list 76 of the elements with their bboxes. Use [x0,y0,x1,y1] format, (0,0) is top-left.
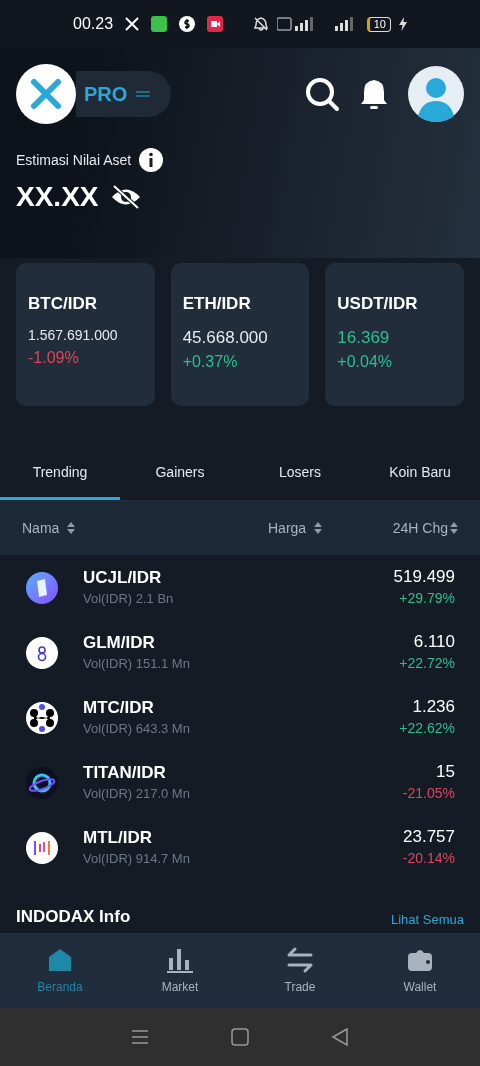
price-text: 6.110 [413,631,455,653]
charging-icon [399,17,407,31]
market-card[interactable]: BTC/IDR 1.567.691.000 -1.09% [16,263,155,406]
column-header[interactable]: Harga [268,517,307,539]
card-change: +0.04% [337,352,394,372]
info-icon[interactable] [139,148,164,172]
card-price: 16.369 [337,326,391,349]
change-text: +22.62% [399,719,455,738]
nav-item[interactable]: Trade [240,933,360,1008]
price-text: 1.236 [412,696,455,718]
battery-indicator: 10 [366,16,391,32]
app-notification-icon [151,16,168,32]
card-price: 1.567.691.000 [28,325,119,345]
card-change: +0.37% [182,352,239,372]
coin-logo-icon [25,635,59,670]
market-card[interactable]: ETH/IDR 45.668.000 +0.37% [170,263,310,406]
volume-text: Vol(IDR) 151.1 Mn [83,654,191,673]
nav-item[interactable]: Market [120,933,240,1008]
status-time: 00.23 [73,14,114,34]
market-row[interactable]: UCJL/IDR Vol(IDR) 2.1 Bn 519.499 +29.79% [0,555,480,620]
home-square-icon[interactable] [231,1028,249,1046]
pair-name: GLM/IDR [83,631,156,654]
avatar-icon[interactable] [408,66,464,122]
pro-mode-button[interactable]: PRO [76,71,172,117]
mute-icon [252,16,269,32]
x-app-icon [125,17,140,31]
logo-icon [16,64,76,124]
pair-name: MTC/IDR [83,696,155,719]
swap-arrows-icon [286,945,314,974]
change-text: +22.72% [399,654,455,673]
change-text: -20.14% [402,849,455,868]
asset-label: Estimasi Nilai Aset [16,150,132,170]
price-text: 23.757 [403,826,455,848]
card-price: 45.668.000 [182,326,269,349]
sort-icon [450,522,458,534]
back-icon[interactable] [331,1028,349,1046]
sort-icon [314,522,323,534]
volume-text: Vol(IDR) 2.1 Bn [83,589,175,608]
app-notification-icon [179,16,196,32]
tab[interactable]: Gainers [120,448,240,500]
price-text: 15 [436,761,455,783]
volume-text: Vol(IDR) 643.3 Mn [83,719,191,738]
volume-text: Vol(IDR) 217.0 Mn [83,784,191,803]
menu-icon[interactable] [131,1028,149,1046]
see-all-link[interactable]: Lihat Semua [391,909,464,929]
card-change: -1.09% [28,347,80,368]
card-pair: BTC/IDR [28,293,98,315]
market-row[interactable]: MTL/IDR Vol(IDR) 914.7 Mn 23.757 -20.14% [0,815,480,880]
coin-logo-icon [25,765,59,800]
pair-name: TITAN/IDR [83,761,167,784]
sort-icon [67,522,76,534]
card-pair: ETH/IDR [182,293,252,315]
notification-bell-icon[interactable] [360,78,388,110]
section-title: INDODAX Info [16,905,131,928]
market-row[interactable]: TITAN/IDR Vol(IDR) 217.0 Mn 15 -21.05% [0,750,480,815]
nav-item[interactable]: Wallet [360,933,480,1008]
pair-name: MTL/IDR [83,826,153,849]
price-text: 519.499 [393,566,455,588]
column-header[interactable]: 24H Chg [392,517,448,539]
market-card[interactable]: USDT/IDR 16.369 +0.04% [325,263,464,406]
change-text: +29.79% [399,589,455,608]
card-pair: USDT/IDR [337,293,419,315]
column-header[interactable]: Nama [22,517,60,539]
market-row[interactable]: MTC/IDR Vol(IDR) 643.3 Mn 1.236 +22.62% [0,685,480,750]
coin-logo-icon [25,830,59,865]
recording-icon [207,16,224,32]
search-icon[interactable] [304,76,340,112]
coin-logo-icon [25,570,59,605]
pair-name: UCJL/IDR [83,566,163,589]
coin-logo-icon [25,700,59,735]
market-row[interactable]: GLM/IDR Vol(IDR) 151.1 Mn 6.110 +22.72% [0,620,480,685]
volume-text: Vol(IDR) 914.7 Mn [83,849,191,868]
tab[interactable]: Losers [240,448,360,500]
tab[interactable]: Koin Baru [360,448,480,500]
change-text: -21.05% [402,784,455,803]
asset-value: XX.XX [16,180,99,214]
